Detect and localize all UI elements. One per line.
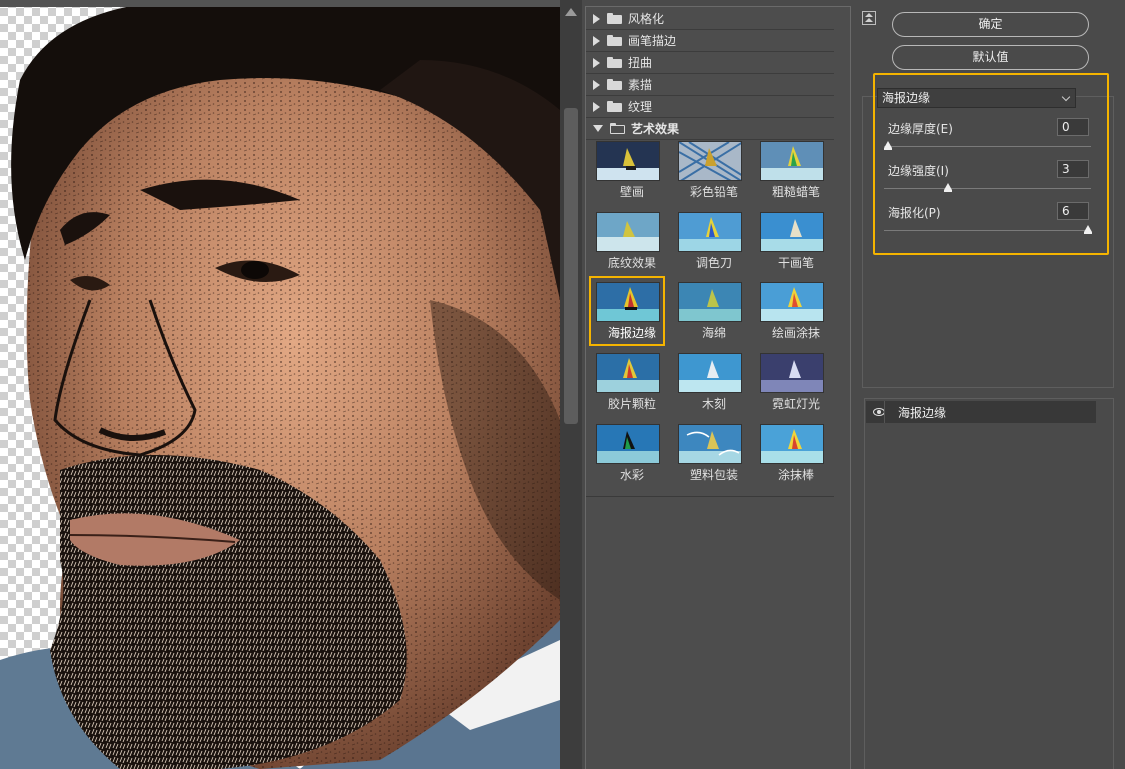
edge-intensity-slider[interactable] <box>884 188 1091 189</box>
watercolor-thumbnail <box>596 424 660 464</box>
edge-thickness-slider[interactable] <box>884 146 1091 147</box>
underpainting-thumbnail <box>596 212 660 252</box>
cutout-thumbnail <box>678 353 742 393</box>
category-texture[interactable]: 纹理 <box>586 96 834 118</box>
paint-daubs-thumbnail <box>760 282 824 322</box>
eye-icon[interactable] <box>872 407 888 417</box>
filter-thumb-poster-edges[interactable]: 海报边缘 <box>589 276 665 346</box>
param-label-edge-thickness: 边缘厚度(E) <box>888 122 953 136</box>
filter-thumb-smudge-stick[interactable]: 涂抹棒 <box>755 420 827 486</box>
expand-arrow-icon <box>593 13 600 24</box>
preview-scrollbar[interactable] <box>560 0 582 769</box>
filter-thumb-paint-daubs[interactable]: 绘画涂抹 <box>755 278 827 344</box>
layer-separator <box>884 401 885 423</box>
edge-intensity-knob[interactable] <box>944 183 952 192</box>
mural-thumbnail <box>596 141 660 181</box>
preview-image <box>0 0 560 769</box>
folder-icon <box>607 57 622 68</box>
folder-icon <box>607 101 622 112</box>
scroll-up-arrow-icon[interactable] <box>565 8 577 16</box>
scroll-thumb[interactable] <box>564 108 578 424</box>
colored-pencil-thumbnail <box>678 141 742 181</box>
filter-thumb-cutout[interactable]: 木刻 <box>673 349 745 415</box>
filter-thumb-neon-glow[interactable]: 霓虹灯光 <box>755 349 827 415</box>
filter-thumb-mural[interactable]: 壁画 <box>591 137 663 203</box>
film-grain-thumbnail <box>596 353 660 393</box>
sponge-thumbnail <box>678 282 742 322</box>
smudge-stick-thumbnail <box>760 424 824 464</box>
posterization-slider[interactable] <box>884 230 1091 231</box>
folder-icon <box>607 13 622 24</box>
filter-thumb-colored-pencil[interactable]: 彩色铅笔 <box>673 137 745 203</box>
expand-arrow-icon <box>593 79 600 90</box>
filter-thumb-underpainting[interactable]: 底纹效果 <box>591 208 663 274</box>
param-label-edge-intensity: 边缘强度(I) <box>888 164 949 178</box>
category-brush-strokes[interactable]: 画笔描边 <box>586 30 834 52</box>
category-distort[interactable]: 扭曲 <box>586 52 834 74</box>
collapse-gallery-icon[interactable] <box>862 11 876 25</box>
filter-thumb-dry-brush[interactable]: 干画笔 <box>755 208 827 274</box>
palette-knife-thumbnail <box>678 212 742 252</box>
plastic-wrap-thumbnail <box>678 424 742 464</box>
filter-gallery: 风格化 画笔描边 扭曲 素描 纹理 艺术效果 壁画 彩色铅笔 粗糙蜡笔 底纹效果… <box>585 6 851 769</box>
preview-canvas[interactable] <box>0 0 560 769</box>
filter-select[interactable]: 海报边缘 <box>877 88 1076 108</box>
preview-top-strip <box>0 0 560 7</box>
dry-brush-thumbnail <box>760 212 824 252</box>
filter-thumb-watercolor[interactable]: 水彩 <box>591 420 663 486</box>
category-sketch[interactable]: 素描 <box>586 74 834 96</box>
expand-arrow-icon <box>593 35 600 46</box>
chevron-down-icon <box>1061 92 1071 102</box>
poster-edges-thumbnail <box>596 282 660 322</box>
open-folder-icon <box>610 123 625 134</box>
gallery-divider <box>586 496 834 497</box>
category-stylize[interactable]: 风格化 <box>586 8 834 30</box>
param-label-posterization: 海报化(P) <box>888 206 941 220</box>
filter-thumb-sponge[interactable]: 海绵 <box>673 278 745 344</box>
ok-button[interactable]: 确定 <box>892 12 1089 37</box>
edge-thickness-knob[interactable] <box>884 141 892 150</box>
edge-thickness-input[interactable]: 0 <box>1057 118 1089 136</box>
expand-arrow-icon <box>593 101 600 112</box>
effect-layers-panel <box>864 398 1114 769</box>
folder-icon <box>607 79 622 90</box>
default-button[interactable]: 默认值 <box>892 45 1089 70</box>
filter-thumb-film-grain[interactable]: 胶片颗粒 <box>591 349 663 415</box>
expand-arrow-icon <box>593 57 600 68</box>
folder-icon <box>607 35 622 46</box>
rough-pastels-thumbnail <box>760 141 824 181</box>
edge-intensity-input[interactable]: 3 <box>1057 160 1089 178</box>
filter-thumb-rough-pastels[interactable]: 粗糙蜡笔 <box>755 137 827 203</box>
collapse-arrow-icon <box>593 125 603 132</box>
filter-thumb-palette-knife[interactable]: 调色刀 <box>673 208 745 274</box>
posterization-input[interactable]: 6 <box>1057 202 1089 220</box>
neon-glow-thumbnail <box>760 353 824 393</box>
posterization-knob[interactable] <box>1084 225 1092 234</box>
filter-thumb-plastic-wrap[interactable]: 塑料包装 <box>673 420 745 486</box>
effect-layer-row[interactable]: 海报边缘 <box>866 401 1096 423</box>
